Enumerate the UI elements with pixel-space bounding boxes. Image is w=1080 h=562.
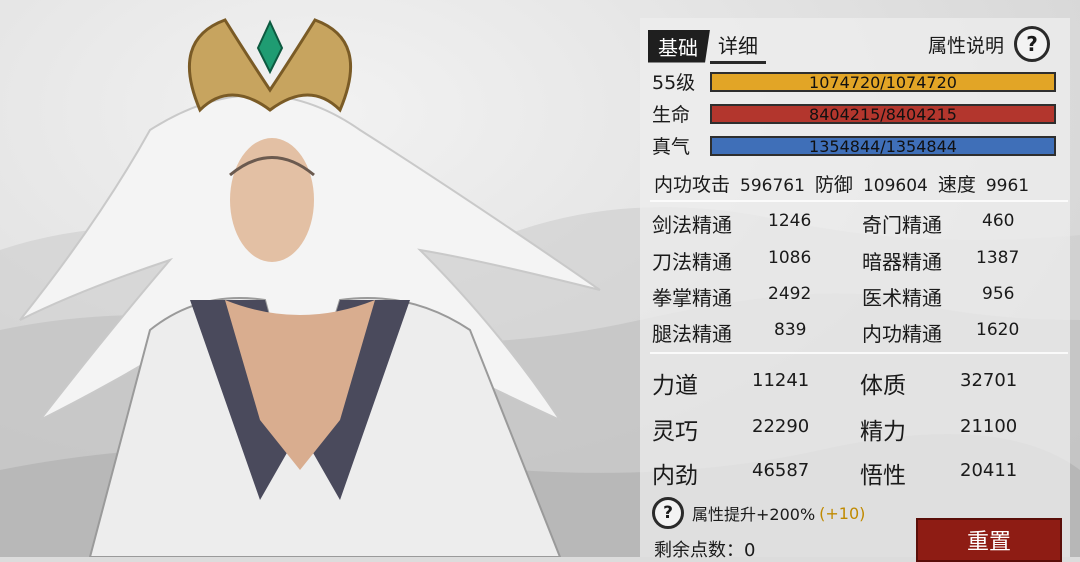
attr-energy-value: 21100	[960, 416, 1018, 437]
mastery-inner: 内功精通 1620	[862, 318, 1019, 347]
mastery-label: 腿法精通	[652, 322, 732, 346]
qi-bar-row: 真气 1354844/1354844	[652, 132, 1056, 159]
mastery-value: 1387	[976, 248, 1020, 268]
mastery-label: 剑法精通	[652, 213, 732, 237]
experience-bar-text: 1074720/1074720	[809, 72, 957, 92]
divider	[650, 200, 1068, 202]
tab-detail[interactable]: 详细	[710, 28, 766, 64]
level-bar-row: 55级 1074720/1074720	[652, 68, 1056, 95]
speed-label: 速度	[937, 174, 976, 196]
combat-stats: 内功攻击 596761 防御 109604 速度 9961	[654, 170, 1029, 197]
mastery-value: 2492	[768, 284, 812, 304]
divider	[650, 352, 1068, 354]
attribute-help-button[interactable]: 属性说明 ?	[928, 26, 1051, 62]
character-portrait	[19, 18, 601, 557]
mastery-label: 奇门精通	[862, 213, 942, 237]
attr-agility-value: 22290	[752, 416, 810, 437]
mastery-value: 1086	[768, 248, 812, 268]
mastery-value: 1620	[976, 320, 1020, 340]
mastery-label: 暗器精通	[862, 250, 942, 274]
mastery-hidden-weapon: 暗器精通 1387	[862, 246, 1019, 275]
mastery-value: 956	[982, 284, 1015, 304]
mastery-label: 刀法精通	[652, 250, 732, 274]
hp-bar-row: 生命 8404215/8404215	[652, 100, 1056, 127]
mastery-medicine: 医术精通 956	[862, 282, 1014, 311]
attr-energy-label: 精力	[860, 419, 906, 445]
defense-label: 防御	[814, 174, 853, 196]
mastery-value: 839	[774, 320, 807, 340]
mastery-value: 460	[982, 211, 1015, 231]
defense-value: 109604	[862, 176, 928, 196]
tab-bar: 基础 详细	[648, 28, 766, 64]
attr-inner-force-label: 内劲	[652, 463, 698, 489]
mastery-label: 医术精通	[862, 286, 942, 310]
attribute-boost: ? 属性提升+200% (+10)	[652, 497, 865, 529]
attr-comprehension-value: 20411	[960, 460, 1018, 481]
boost-text: 属性提升+200%	[692, 505, 816, 524]
qi-bar-text: 1354844/1354844	[809, 136, 957, 156]
mastery-sword: 剑法精通 1246	[652, 209, 811, 238]
mastery-label: 内功精通	[862, 322, 942, 346]
attack-value: 596761	[740, 176, 805, 196]
attribute-help-label: 属性说明	[928, 34, 1005, 57]
question-icon[interactable]: ?	[1014, 26, 1051, 62]
mastery-value: 1246	[768, 211, 812, 231]
attr-constitution-value: 32701	[960, 370, 1018, 391]
mastery-label: 拳掌精通	[652, 286, 732, 310]
hp-label: 生命	[652, 104, 691, 126]
question-icon[interactable]: ?	[652, 497, 684, 529]
attr-inner-force-value: 46587	[752, 460, 810, 481]
attr-comprehension-label: 悟性	[860, 463, 906, 489]
hp-bar-text: 8404215/8404215	[809, 104, 957, 124]
tab-basic[interactable]: 基础	[648, 29, 710, 63]
mastery-qimen: 奇门精通 460	[862, 209, 1014, 238]
qi-label: 真气	[652, 136, 691, 158]
mastery-blade: 刀法精通 1086	[652, 246, 811, 275]
remaining-points: 剩余点数：0	[654, 540, 756, 561]
qi-bar: 1354844/1354844	[710, 135, 1056, 156]
speed-value: 9961	[985, 176, 1030, 196]
attr-strength-label: 力道	[652, 373, 698, 399]
level-label: 55级	[652, 72, 696, 94]
mastery-fist: 拳掌精通 2492	[652, 282, 811, 311]
hp-bar: 8404215/8404215	[710, 103, 1056, 124]
attr-agility-label: 灵巧	[652, 419, 698, 445]
attr-constitution-label: 体质	[860, 373, 906, 399]
attr-strength-value: 11241	[752, 370, 810, 391]
attack-label: 内功攻击	[654, 174, 731, 196]
mastery-leg: 腿法精通 839	[652, 318, 806, 347]
experience-bar: 1074720/1074720	[710, 71, 1056, 92]
boost-extra: (+10)	[819, 503, 866, 523]
reset-button[interactable]: 重置	[916, 518, 1062, 562]
